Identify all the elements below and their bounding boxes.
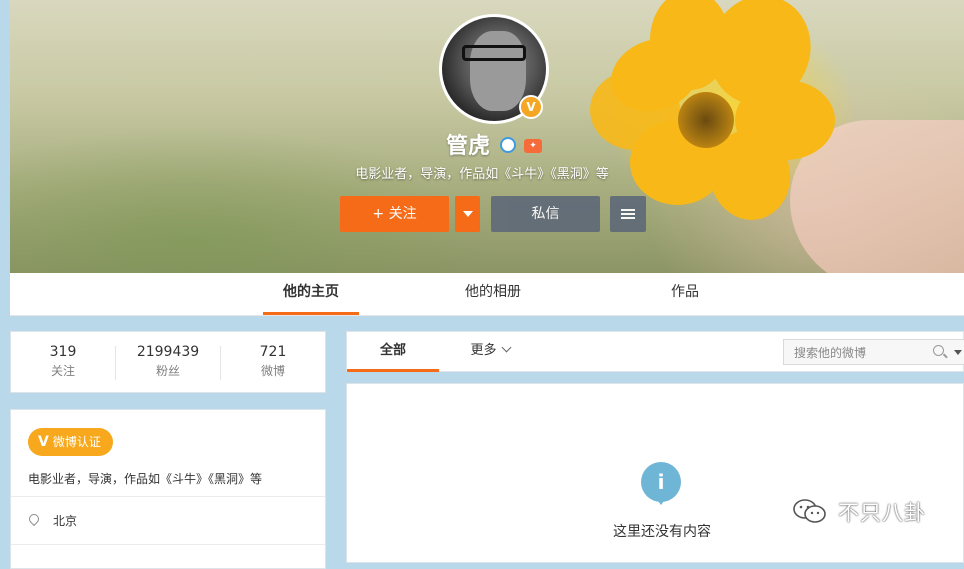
- more-menu-button[interactable]: [610, 196, 646, 232]
- flower-petal: [590, 70, 680, 150]
- divider: [11, 544, 325, 545]
- verified-v-icon: V: [38, 434, 49, 450]
- follow-dropdown-button[interactable]: [455, 196, 480, 232]
- stat-value: 2199439: [136, 344, 200, 360]
- stat-posts[interactable]: 721 微博: [221, 344, 325, 379]
- profile-nav: 他的主页 他的相册 作品: [10, 273, 964, 316]
- male-gender-icon: [500, 137, 516, 153]
- follow-button[interactable]: + 关注: [340, 196, 449, 232]
- divider: [11, 496, 325, 497]
- feed-body: i 这里还没有内容: [346, 383, 964, 563]
- stat-label: 微博: [260, 364, 285, 378]
- watermark-text: 不只八卦: [838, 501, 926, 525]
- verified-icon: V: [519, 95, 543, 119]
- tab-more-label: 更多: [470, 343, 497, 358]
- stat-value: 319: [49, 344, 77, 360]
- feed-tabs: 全部 更多: [346, 331, 964, 372]
- info-icon: i: [641, 462, 681, 505]
- tab-album[interactable]: 他的相册: [445, 273, 541, 315]
- tab-all[interactable]: 全部: [347, 332, 439, 372]
- stat-label: 关注: [50, 364, 75, 378]
- chevron-down-icon: [501, 342, 511, 353]
- chevron-down-icon: [462, 211, 473, 217]
- profile-name: 管虎: [446, 134, 491, 159]
- stats-card: 319 关注 2199439 粉丝 721 微博: [10, 331, 326, 393]
- tab-works[interactable]: 作品: [650, 273, 720, 315]
- verification-label: 微博认证: [52, 435, 101, 449]
- search-input[interactable]: [792, 343, 926, 363]
- hamburger-icon: [621, 213, 635, 215]
- avatar-face: [470, 31, 526, 111]
- profile-bio: 电影业者，导演，作品如《斗牛》《黑洞》等: [355, 167, 609, 182]
- stat-value: 721: [259, 344, 287, 360]
- stat-following[interactable]: 319 关注: [11, 344, 115, 379]
- verification-badge[interactable]: V 微博认证: [28, 428, 113, 456]
- stat-followers[interactable]: 2199439 粉丝: [116, 344, 220, 379]
- flower-center: [678, 92, 734, 148]
- tab-more[interactable]: 更多: [457, 332, 523, 371]
- message-button[interactable]: 私信: [491, 196, 600, 232]
- stat-label: 粉丝: [155, 364, 180, 378]
- search-dropdown-icon[interactable]: [954, 350, 962, 355]
- location-pin-icon: [26, 511, 42, 527]
- search-icon[interactable]: [933, 345, 944, 356]
- info-bio: 电影业者，导演，作品如《斗牛》《黑洞》等: [28, 472, 263, 486]
- wechat-icon: [793, 499, 826, 523]
- avatar-glasses: [462, 45, 526, 61]
- location-text: 北京: [53, 514, 78, 528]
- tab-home[interactable]: 他的主页: [263, 273, 359, 315]
- feed-search: [783, 339, 964, 365]
- member-icon[interactable]: ✦: [524, 139, 542, 153]
- info-card: V 微博认证 电影业者，导演，作品如《斗牛》《黑洞》等 北京: [10, 409, 326, 569]
